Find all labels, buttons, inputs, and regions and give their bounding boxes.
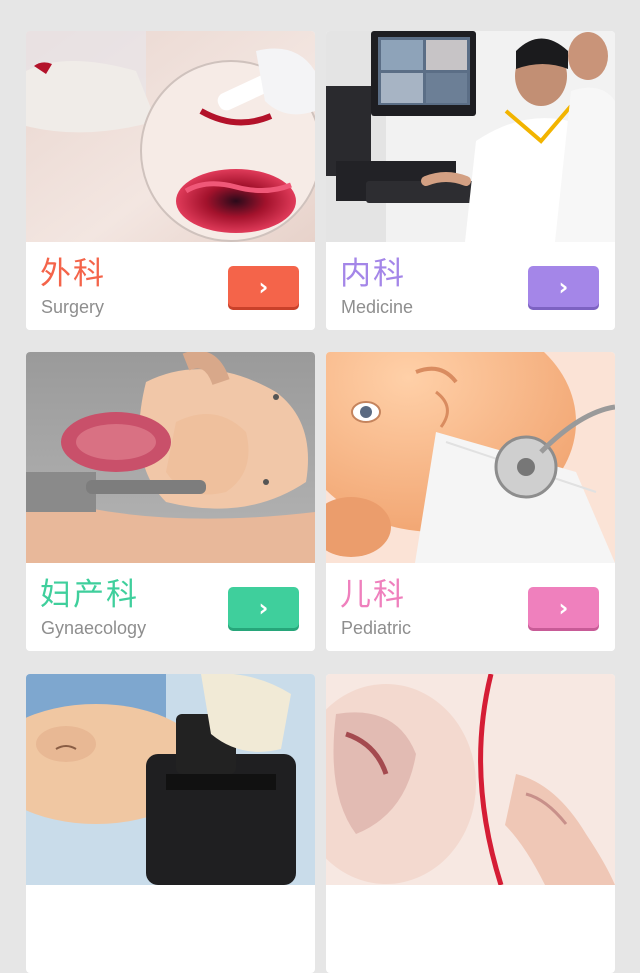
gynaecology-image[interactable] bbox=[26, 352, 315, 563]
card-infant-airway[interactable] bbox=[326, 674, 615, 973]
card-medicine[interactable]: 内科 Medicine › bbox=[326, 31, 615, 330]
card-title-cn: 儿科 bbox=[340, 577, 406, 613]
cpr-image[interactable] bbox=[26, 674, 315, 885]
gynaecology-go-button[interactable]: › bbox=[228, 587, 299, 628]
card-title-cn: 内科 bbox=[340, 256, 406, 292]
card-footer: 儿科 Pediatric › bbox=[326, 563, 615, 651]
card-surgery[interactable]: 外科 Surgery › bbox=[26, 31, 315, 330]
card-footer: 外科 Surgery › bbox=[26, 242, 315, 330]
card-title-cn: 妇产科 bbox=[40, 577, 139, 613]
pediatric-image[interactable] bbox=[326, 352, 615, 563]
chevron-right-icon: › bbox=[258, 272, 269, 301]
chevron-right-icon: › bbox=[558, 272, 569, 301]
card-title-en: Pediatric bbox=[341, 618, 412, 638]
card-title-en: Gynaecology bbox=[41, 618, 147, 638]
chevron-right-icon: › bbox=[558, 593, 569, 622]
surgery-go-button[interactable]: › bbox=[228, 266, 299, 307]
card-cpr[interactable] bbox=[26, 674, 315, 973]
surgery-image[interactable] bbox=[26, 31, 315, 242]
chevron-right-icon: › bbox=[258, 593, 269, 622]
pediatric-go-button[interactable]: › bbox=[528, 587, 599, 628]
card-title-en: Surgery bbox=[41, 297, 105, 317]
card-pediatric[interactable]: 儿科 Pediatric › bbox=[326, 352, 615, 651]
infant-airway-image[interactable] bbox=[326, 674, 615, 885]
department-grid: 外科 Surgery › 内科 Medicine › 妇产科 Gynaecolo… bbox=[0, 0, 640, 973]
card-footer: 内科 Medicine › bbox=[326, 242, 615, 330]
card-gynaecology[interactable]: 妇产科 Gynaecology › bbox=[26, 352, 315, 651]
card-title-cn: 外科 bbox=[40, 256, 106, 292]
medicine-image[interactable] bbox=[326, 31, 615, 242]
card-title-en: Medicine bbox=[341, 297, 414, 317]
medicine-go-button[interactable]: › bbox=[528, 266, 599, 307]
card-footer: 妇产科 Gynaecology › bbox=[26, 563, 315, 651]
